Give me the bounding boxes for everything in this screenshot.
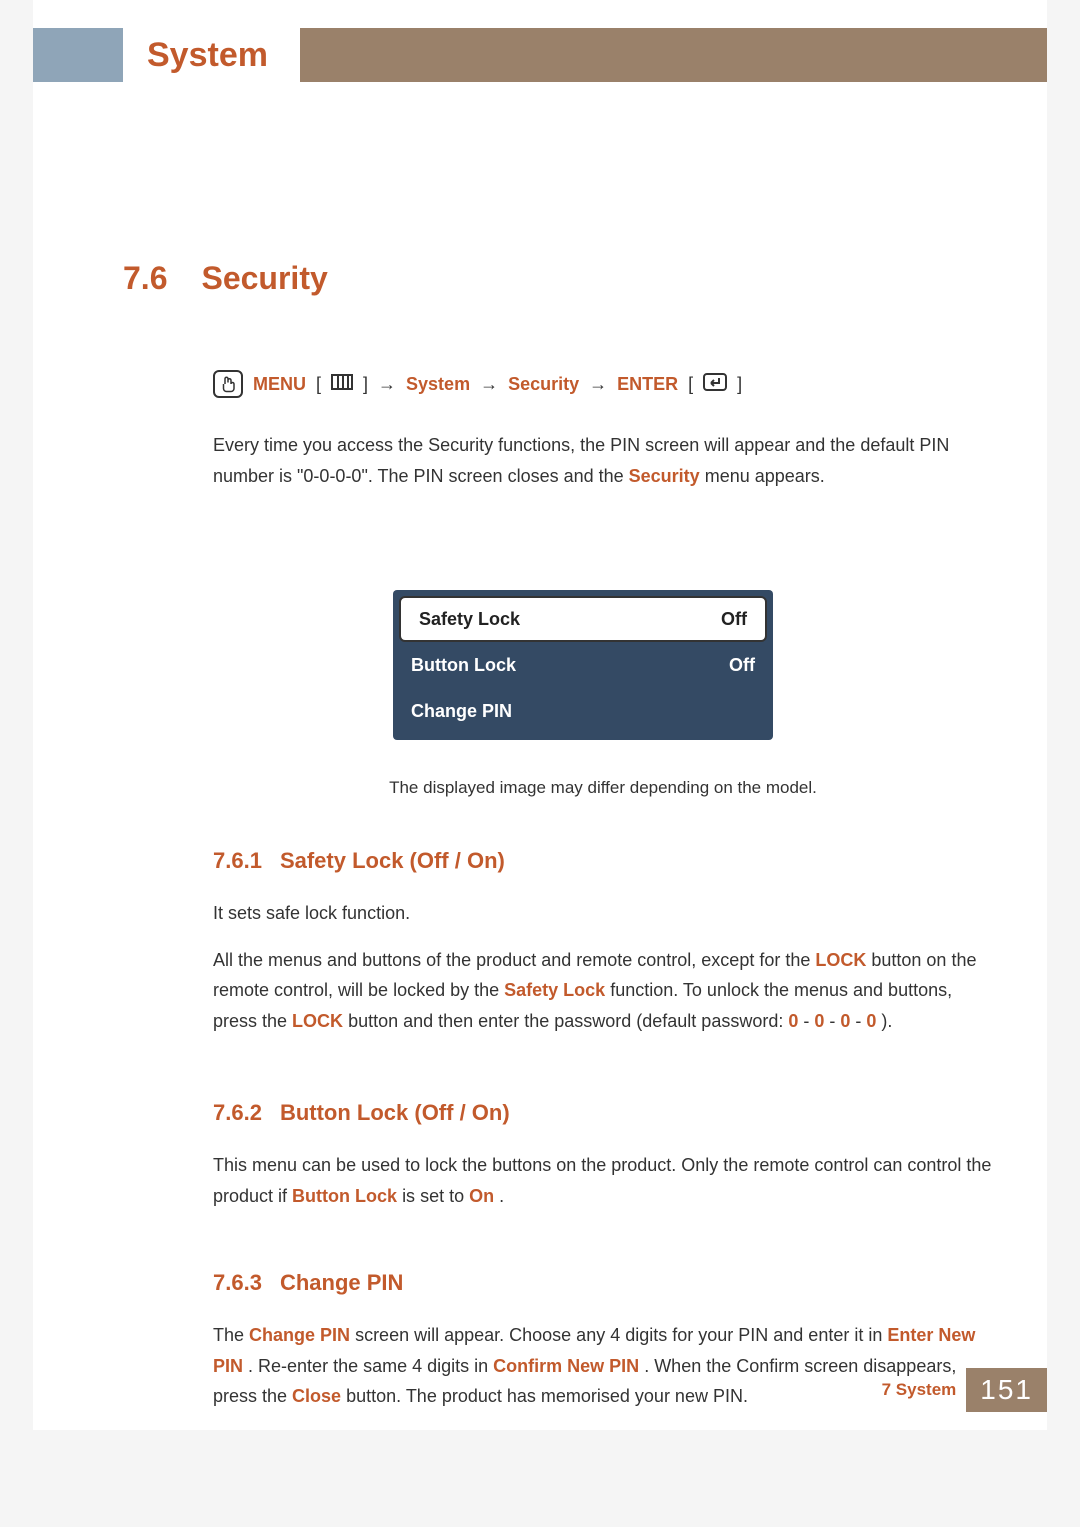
section-title: Security xyxy=(201,260,327,297)
menu-row-label: Change PIN xyxy=(411,701,512,722)
sub3-p1: The Change PIN screen will appear. Choos… xyxy=(213,1320,993,1412)
subsection-heading: 7.6.1 Safety Lock (Off / On) xyxy=(213,848,993,874)
subsection-number: 7.6.3 xyxy=(213,1270,262,1296)
open-bracket-1: [ xyxy=(316,374,321,395)
safety-lock-keyword: Safety Lock xyxy=(504,980,605,1000)
subsection-safety-lock: 7.6.1 Safety Lock (Off / On) It sets saf… xyxy=(213,848,993,1052)
sub1-p2: All the menus and buttons of the product… xyxy=(213,945,993,1037)
header-band: System xyxy=(33,28,1047,82)
header-tab-accent xyxy=(33,28,123,82)
chapter-title: System xyxy=(147,36,268,75)
menu-button-icon xyxy=(331,374,353,395)
subsection-heading: 7.6.2 Button Lock (Off / On) xyxy=(213,1100,993,1126)
pin-digit: 0 xyxy=(788,1011,798,1031)
arrow-icon: → xyxy=(480,374,498,395)
manual-page: System 7.6 Security MENU [ ] → System → … xyxy=(33,0,1047,1430)
close-bracket-1: ] xyxy=(363,374,368,395)
intro-text-1: Every time you access the Security funct… xyxy=(213,435,949,486)
lock-keyword: LOCK xyxy=(292,1011,343,1031)
subsection-title: Change PIN xyxy=(280,1270,403,1296)
subsection-number: 7.6.1 xyxy=(213,848,262,874)
sub2-p1: This menu can be used to lock the button… xyxy=(213,1150,993,1211)
hand-remote-icon xyxy=(213,370,243,398)
arrow-icon: → xyxy=(589,374,607,395)
menu-row-change-pin: Change PIN xyxy=(393,688,773,734)
menu-row-safety-lock: Safety Lock Off xyxy=(399,596,767,642)
breadcrumb-security: Security xyxy=(508,374,579,395)
enter-label: ENTER xyxy=(617,374,678,395)
pin-digit: 0 xyxy=(866,1011,876,1031)
subsection-number: 7.6.2 xyxy=(213,1100,262,1126)
subsection-change-pin: 7.6.3 Change PIN The Change PIN screen w… xyxy=(213,1270,993,1428)
close-keyword: Close xyxy=(292,1386,341,1406)
screenshot-caption: The displayed image may differ depending… xyxy=(213,778,993,798)
open-bracket-2: [ xyxy=(688,374,693,395)
lock-keyword: LOCK xyxy=(815,950,866,970)
section-heading: 7.6 Security xyxy=(123,260,328,297)
subsection-button-lock: 7.6.2 Button Lock (Off / On) This menu c… xyxy=(213,1100,993,1227)
menu-row-label: Safety Lock xyxy=(419,609,520,630)
change-pin-keyword: Change PIN xyxy=(249,1325,350,1345)
subsection-heading: 7.6.3 Change PIN xyxy=(213,1270,993,1296)
pin-digit: 0 xyxy=(814,1011,824,1031)
page-footer: 7 System 151 xyxy=(882,1368,1047,1412)
on-keyword: On xyxy=(469,1186,494,1206)
sub1-p1: It sets safe lock function. xyxy=(213,898,993,929)
footer-page-number: 151 xyxy=(966,1368,1047,1412)
subsection-title: Button Lock (Off / On) xyxy=(280,1100,510,1126)
pin-digit: 0 xyxy=(840,1011,850,1031)
breadcrumb-system: System xyxy=(406,374,470,395)
close-bracket-2: ] xyxy=(737,374,742,395)
button-lock-keyword: Button Lock xyxy=(292,1186,397,1206)
breadcrumb: MENU [ ] → System → Security → ENTER [ ] xyxy=(213,370,742,398)
subsection-title: Safety Lock (Off / On) xyxy=(280,848,505,874)
confirm-new-pin-keyword: Confirm New PIN xyxy=(493,1356,639,1376)
menu-row-value: Off xyxy=(721,609,747,630)
enter-button-icon xyxy=(703,373,727,396)
footer-chapter: 7 System xyxy=(882,1380,957,1400)
section-number: 7.6 xyxy=(123,260,167,297)
intro-paragraph: Every time you access the Security funct… xyxy=(213,430,993,491)
header-right-band xyxy=(300,28,1047,82)
security-menu-screenshot: Safety Lock Off Button Lock Off Change P… xyxy=(393,590,773,740)
arrow-icon: → xyxy=(378,374,396,395)
intro-highlight: Security xyxy=(629,466,700,486)
menu-label: MENU xyxy=(253,374,306,395)
menu-row-button-lock: Button Lock Off xyxy=(393,642,773,688)
intro-text-2: menu appears. xyxy=(705,466,825,486)
menu-row-label: Button Lock xyxy=(411,655,516,676)
menu-row-value: Off xyxy=(729,655,755,676)
